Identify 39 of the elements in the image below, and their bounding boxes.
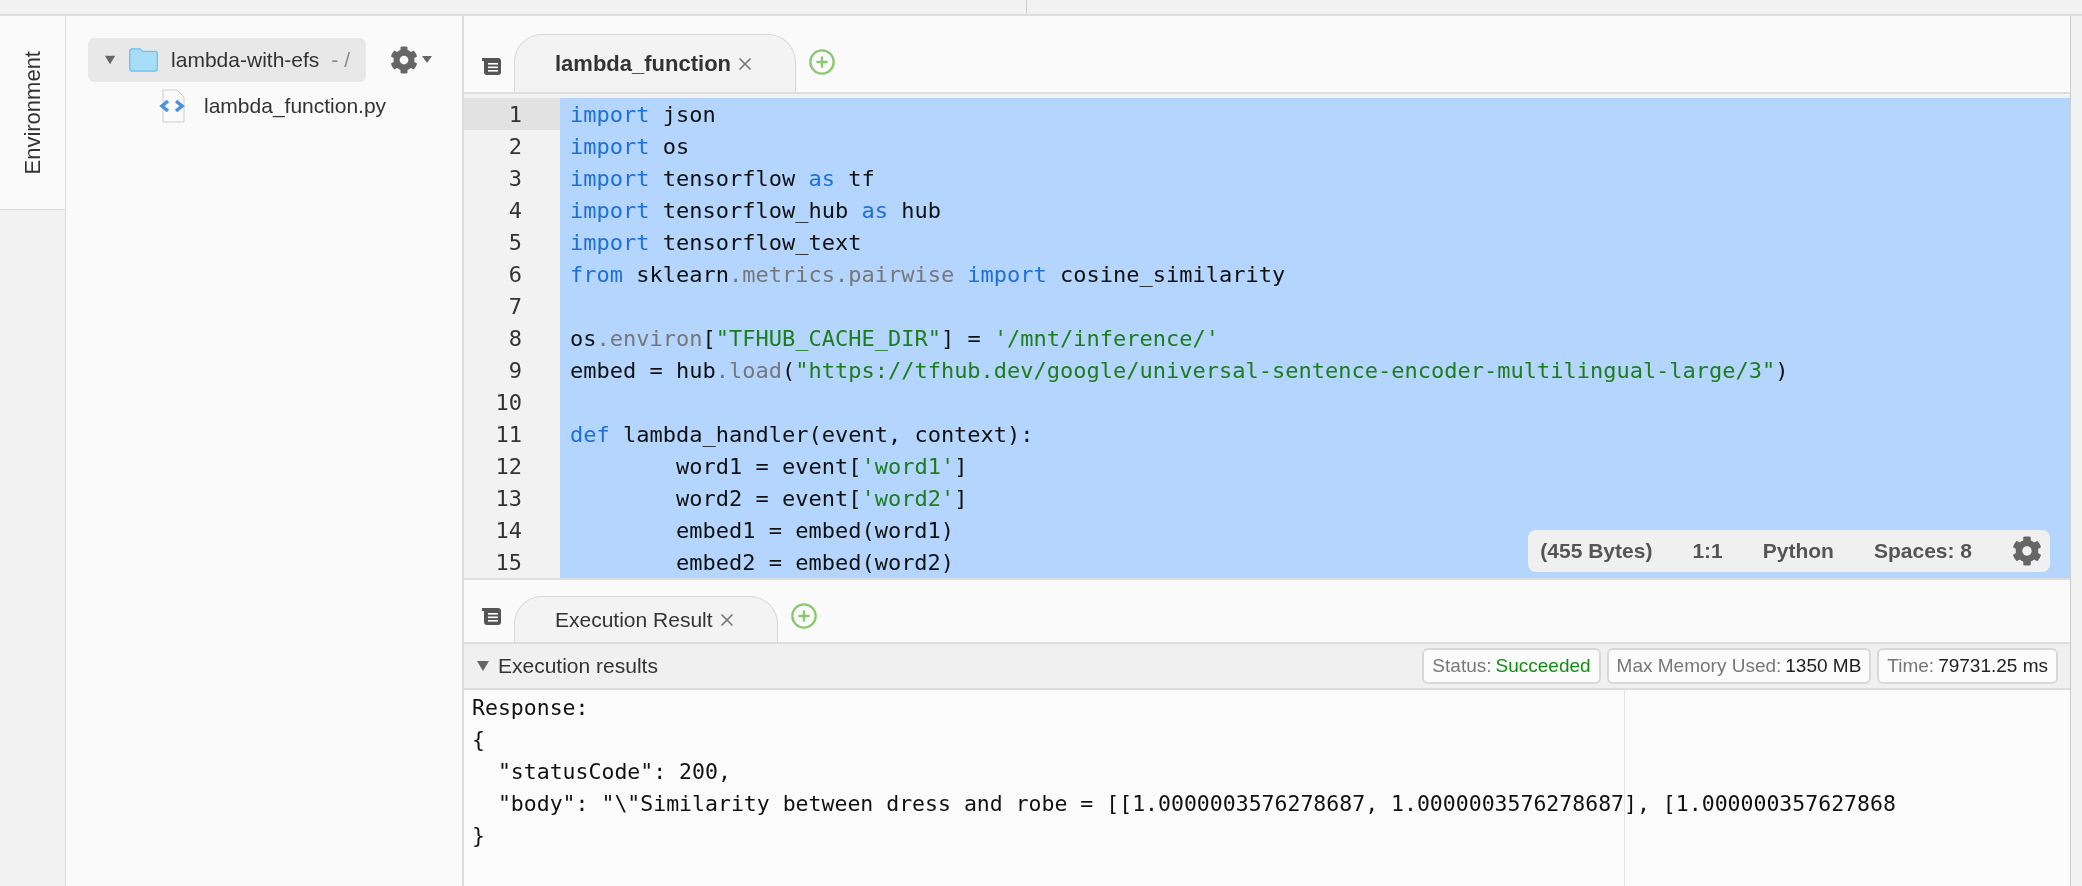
line-number: 6 (507, 260, 523, 289)
editor-tab[interactable]: Execution Result (514, 596, 778, 642)
side-tab[interactable]: Environment (0, 16, 65, 210)
settings-icon[interactable] (390, 46, 418, 74)
line-number: 9 (507, 356, 523, 385)
line-number: 13 (494, 484, 523, 513)
line-number: 3 (507, 164, 523, 193)
output-line: { (472, 726, 485, 754)
line-number: 1 (464, 98, 560, 130)
line-number: 11 (494, 420, 523, 449)
line-number: 15 (494, 548, 523, 577)
section-toggle[interactable]: Execution results (476, 650, 658, 682)
expand-caret-icon[interactable] (104, 54, 117, 66)
output-line: } (472, 822, 485, 850)
tab-list-icon[interactable] (480, 56, 502, 76)
expand-caret-icon[interactable] (476, 660, 490, 672)
caret-icon[interactable] (422, 56, 432, 64)
line-number: 8 (507, 324, 523, 353)
file-name[interactable]: lambda_function.py (204, 90, 387, 122)
folder-icon (128, 46, 160, 74)
settings-icon[interactable] (2012, 536, 2042, 566)
folder-row[interactable]: lambda-with-efs - / (88, 38, 366, 82)
line-number: 10 (494, 388, 523, 417)
line-number: 12 (494, 452, 523, 481)
result-pill: Time: 79731.25 ms (1877, 648, 2058, 684)
line-number: 7 (507, 292, 523, 321)
result-pill: Max Memory Used: 1350 MB (1606, 648, 1872, 684)
line-number: 5 (507, 228, 523, 257)
code-file-icon (158, 89, 188, 123)
result-pill: Status: Succeeded (1422, 648, 1601, 684)
line-number: 4 (507, 196, 523, 225)
output-line: Response: (472, 694, 589, 722)
output-line: "statusCode": 200, (496, 758, 731, 786)
tab-list-icon[interactable] (480, 606, 502, 626)
output-line: "body": "\"Similarity between dress and robe = [[1.0000003576278687, 1.0000003576278687], [1.000000357627868 (496, 790, 1896, 818)
scrollbar-track[interactable] (2070, 16, 2082, 886)
editor-tab[interactable]: lambda_function (514, 34, 796, 92)
line-number: 2 (507, 132, 523, 161)
line-number: 14 (494, 516, 523, 545)
